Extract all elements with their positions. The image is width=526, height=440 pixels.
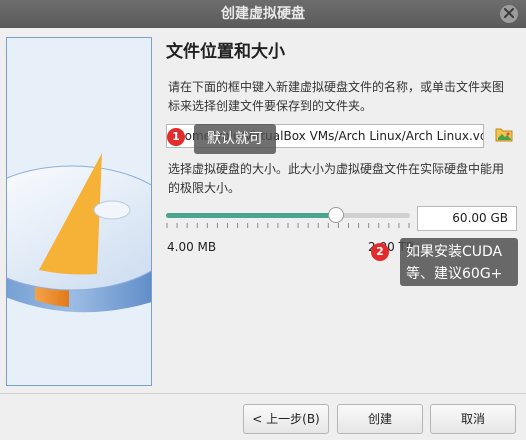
create-virtual-disk-dialog: 创建虚拟硬盘 文件位置和大小 请在下面的框中键入新建虚拟硬盘文件的名称，或单击文… [0,0,526,440]
close-button[interactable] [500,5,518,23]
slider-thumb[interactable] [327,207,344,223]
disk-size-slider[interactable] [166,205,410,228]
page-heading: 文件位置和大小 [166,42,285,62]
footer-divider [0,393,526,394]
disk-size-field[interactable]: 60.00 GB [417,206,517,231]
annotation-tooltip-2: 如果安装CUDA等、建议60G+ [400,238,518,286]
slider-ticks [166,223,410,228]
cancel-button[interactable]: 取消 [430,404,516,434]
annotation-badge-1: 1 [167,128,185,146]
annotation-tooltip-1: 默认就可 [194,124,276,154]
annotation-badge-2: 2 [371,243,389,261]
create-button[interactable]: 创建 [337,404,423,434]
wizard-side-image [6,37,152,386]
folder-icon [495,126,513,146]
close-icon [504,0,514,28]
window-title: 创建虚拟硬盘 [221,6,305,22]
size-min-label: 4.00 MB [167,240,217,254]
location-description: 请在下面的框中键入新建虚拟硬盘文件的名称，或单击文件夹图标来选择创建文件要保存到… [168,80,505,113]
back-button[interactable]: < 上一步(B) [243,404,329,434]
choose-folder-button[interactable] [492,124,516,148]
title-bar: 创建虚拟硬盘 [0,0,526,28]
slider-fill [166,213,336,218]
size-description: 选择虚拟硬盘的大小。此大小为虚拟硬盘文件在实际硬盘中能用的极限大小。 [168,162,505,195]
